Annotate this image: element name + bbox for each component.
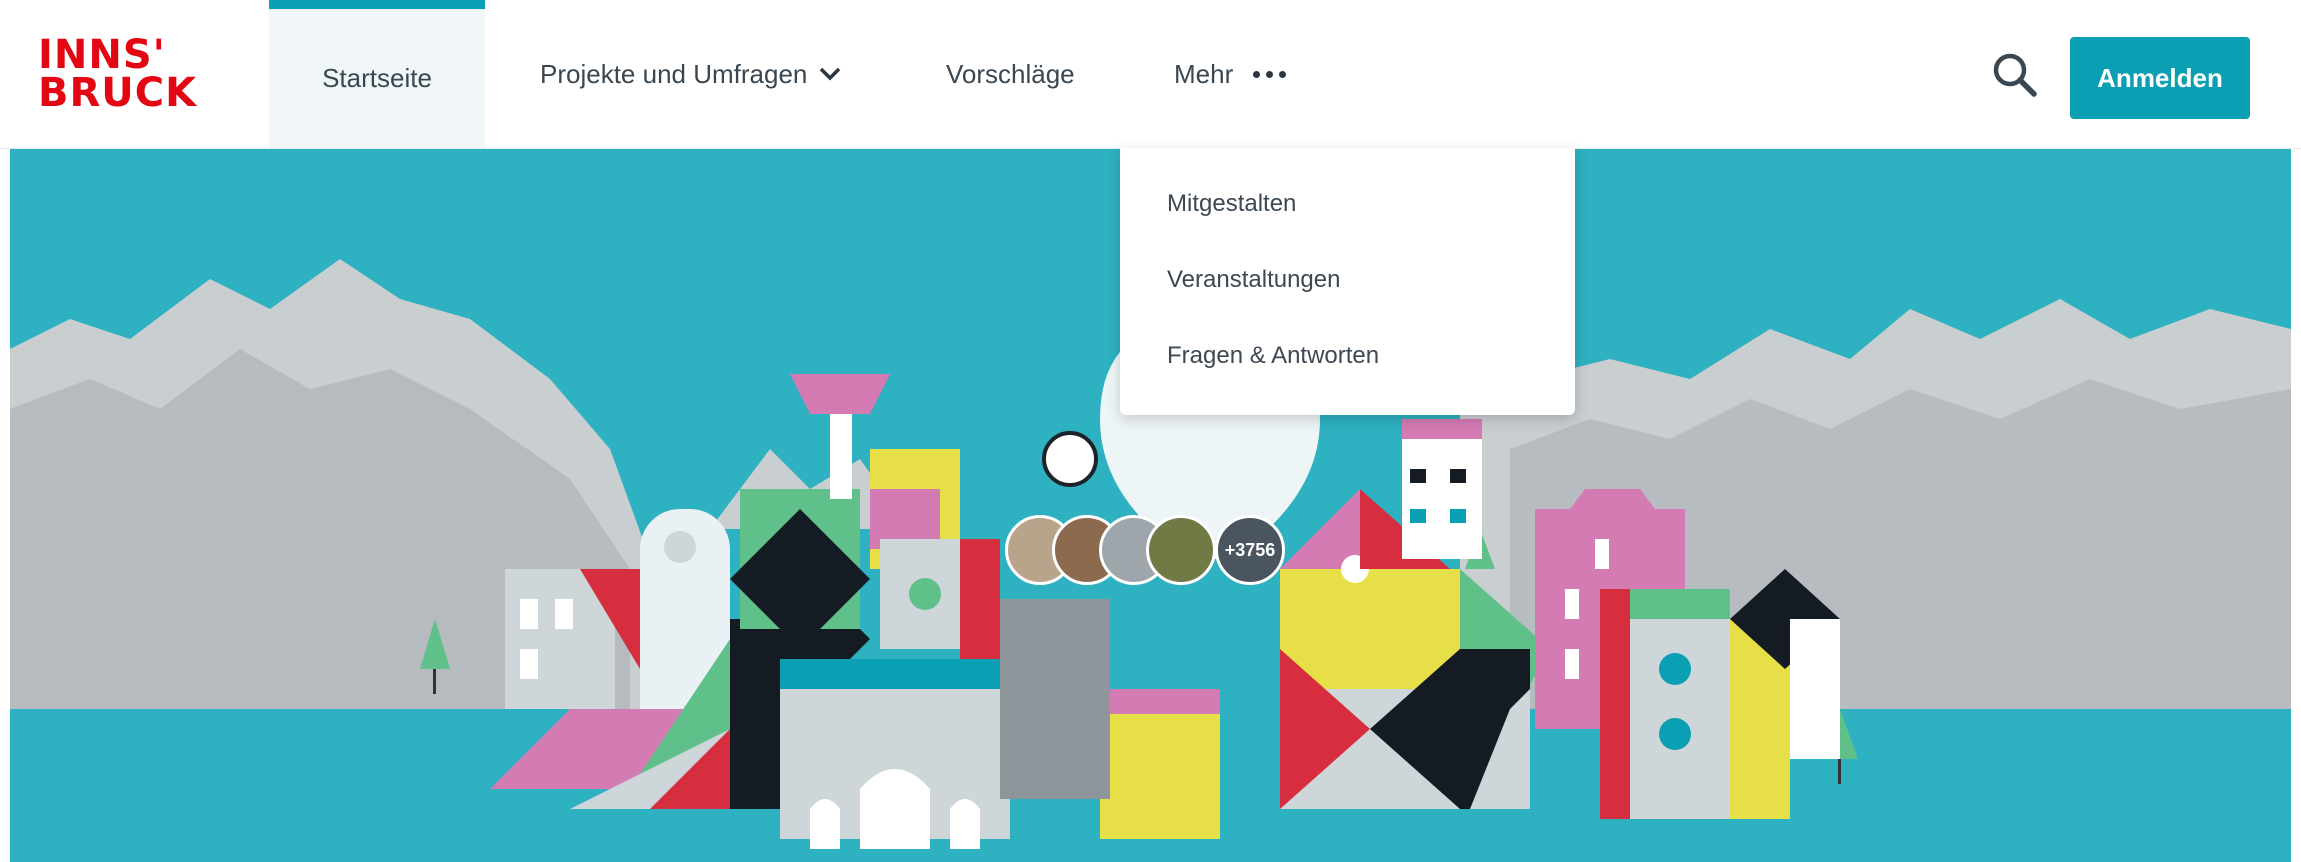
nav-mehr-label: Mehr [1174,58,1234,89]
nav-projekte-und-umfragen[interactable]: Projekte und Umfragen [540,0,841,148]
chevron-down-icon [819,67,841,81]
nav-vorschlaege-label: Vorschläge [946,58,1075,89]
menu-item-veranstaltungen[interactable]: Veranstaltungen [1167,266,1340,294]
participant-count-badge: +3756 [1215,515,1285,585]
menu-item-mitgestalten[interactable]: Mitgestalten [1167,190,1296,218]
menu-item-fragen-antworten[interactable]: Fragen & Antworten [1167,342,1379,370]
nav-projekte-label: Projekte und Umfragen [540,58,808,89]
nav-mehr[interactable]: Mehr [1174,0,1287,148]
top-navigation: INNS' BRUCK Startseite Projekte und Umfr… [0,0,2301,149]
innsbruck-logo[interactable]: INNS' BRUCK [38,32,208,118]
avatar [1146,515,1216,585]
nav-startseite-label: Startseite [322,63,432,93]
nav-startseite[interactable]: Startseite [269,0,485,148]
logo-line-2: BRUCK [38,70,198,116]
nav-vorschlaege[interactable]: Vorschläge [946,0,1075,148]
more-dots-icon [1253,70,1287,78]
more-dropdown-menu: Mitgestalten Veranstaltungen Fragen & An… [1120,148,1575,415]
logo-line-1: INNS' [38,32,166,78]
search-icon[interactable] [1990,50,2040,100]
login-button[interactable]: Anmelden [2070,37,2250,119]
